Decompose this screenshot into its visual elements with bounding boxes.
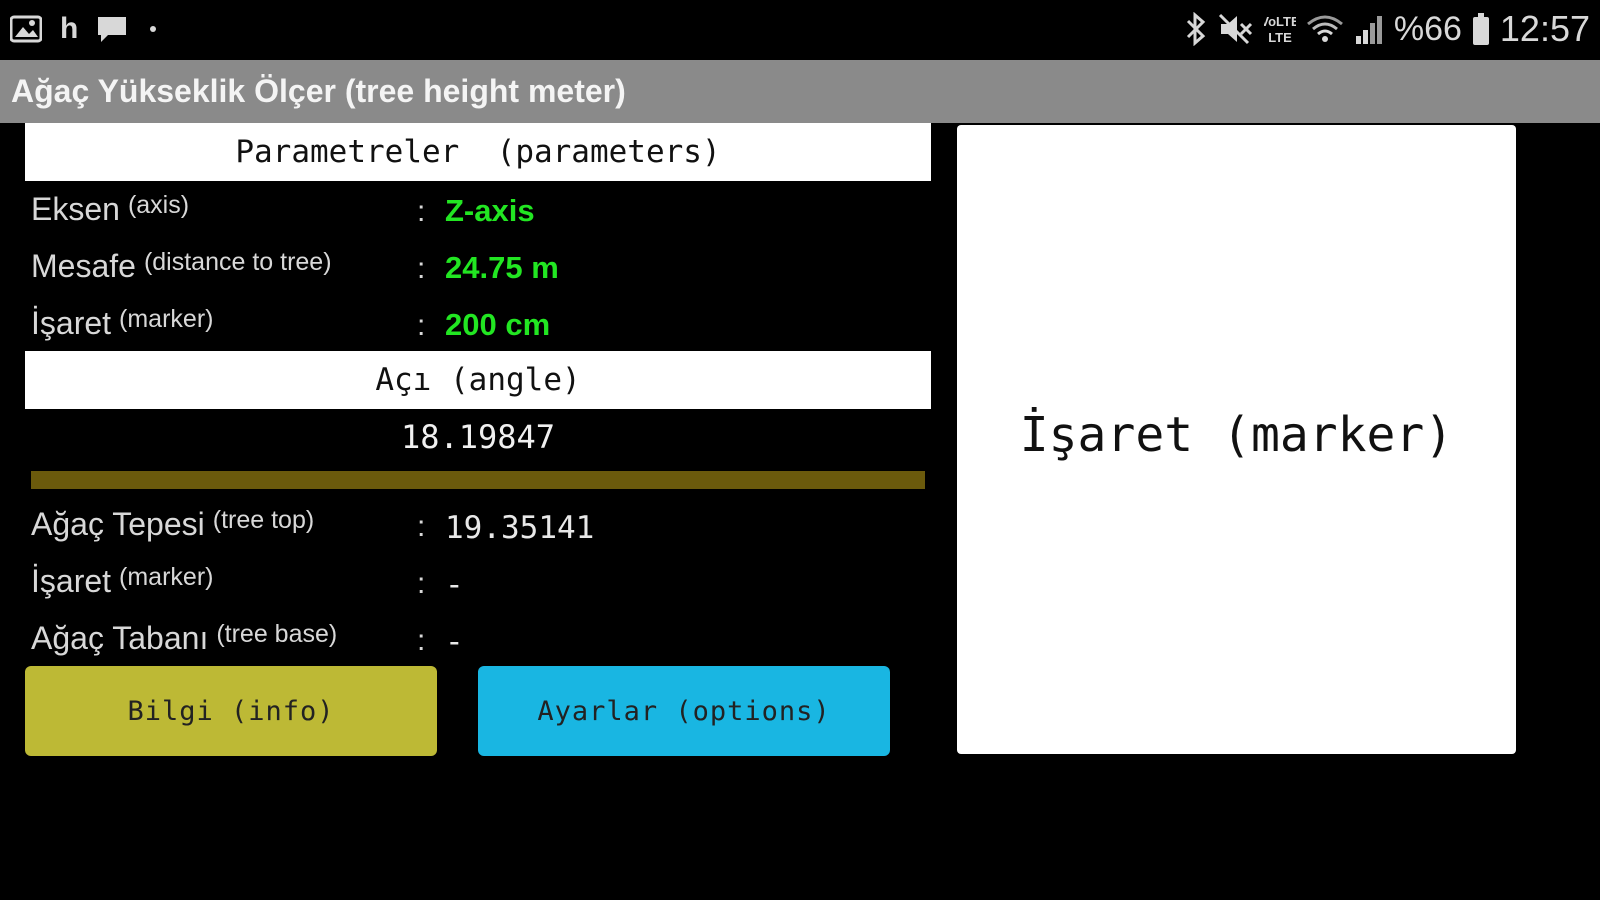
notification-letter: h — [60, 12, 79, 45]
bluetooth-icon — [1184, 12, 1208, 46]
battery-percent: %66 — [1393, 9, 1462, 48]
parameter-label: Eksen (axis) — [31, 191, 189, 228]
angle-level-bar — [31, 471, 925, 489]
tree-base-label-english: (tree base) — [216, 620, 338, 648]
tree-base-value: - — [445, 624, 464, 660]
parameter-label: Mesafe (distance to tree) — [31, 248, 332, 285]
battery-icon — [1472, 12, 1490, 46]
svg-text:LTE: LTE — [1268, 30, 1292, 45]
result-label: Ağaç Tepesi (tree top) — [31, 506, 314, 543]
parameter-row-distance: Mesafe (distance to tree) : 24.75 m — [31, 242, 931, 292]
image-icon — [10, 15, 42, 43]
distance-label-english: (distance to tree) — [143, 248, 332, 276]
angle-value: 18.19847 — [400, 418, 556, 456]
parameter-row-marker: İşaret (marker) : 200 cm — [31, 299, 931, 349]
tree-top-label-english: (tree top) — [212, 506, 315, 534]
separator-colon: : — [417, 510, 426, 543]
result-label: İşaret (marker) — [31, 563, 213, 600]
parameter-row-axis: Eksen (axis) : Z-axis — [31, 185, 931, 235]
marker-panel-label: İşaret (marker) — [1019, 406, 1454, 463]
result-row-marker: İşaret (marker) : - — [31, 557, 931, 607]
result-marker-value: - — [445, 567, 464, 603]
axis-label: Eksen — [31, 191, 120, 227]
angle-header: Açı (angle) — [25, 351, 931, 409]
info-button[interactable]: Bilgi (info) — [25, 666, 437, 756]
result-label: Ağaç Tabanı (tree base) — [31, 620, 337, 657]
wifi-icon — [1306, 12, 1344, 46]
signal-icon — [1354, 12, 1384, 46]
app-title: Ağaç Yükseklik Ölçer (tree height meter) — [11, 73, 626, 109]
mute-icon — [1218, 12, 1254, 46]
status-bar-left: h — [10, 12, 157, 46]
result-row-tree-base: Ağaç Tabanı (tree base) : - — [31, 614, 931, 664]
status-bar-right: VoLTE LTE %66 — [1184, 8, 1590, 50]
clock: 12:57 — [1499, 8, 1590, 49]
options-button[interactable]: Ayarlar (options) — [478, 666, 890, 756]
marker-value: 200 cm — [445, 307, 551, 342]
separator-colon: : — [417, 624, 426, 657]
result-marker-label: İşaret — [31, 563, 112, 599]
parameter-label: İşaret (marker) — [31, 305, 213, 342]
separator-colon: : — [417, 567, 426, 600]
distance-value: 24.75 m — [445, 250, 559, 285]
marker-panel[interactable]: İşaret (marker) — [957, 125, 1516, 754]
angle-level-fill — [31, 471, 925, 489]
more-notifications-dot — [150, 26, 157, 32]
separator-colon: : — [417, 195, 426, 228]
result-marker-label-english: (marker) — [119, 563, 214, 591]
volte-icon: VoLTE LTE — [1264, 12, 1296, 46]
separator-colon: : — [417, 252, 426, 285]
separator-colon: : — [417, 309, 426, 342]
app-title-bar: Ağaç Yükseklik Ölçer (tree height meter) — [0, 60, 1600, 123]
svg-text:VoLTE: VoLTE — [1264, 14, 1296, 29]
axis-label-english: (axis) — [127, 191, 190, 219]
axis-value: Z-axis — [445, 193, 535, 228]
distance-label: Mesafe — [31, 248, 136, 284]
chat-icon — [96, 15, 128, 43]
parameters-header: Parametreler (parameters) — [25, 123, 931, 181]
result-row-tree-top: Ağaç Tepesi (tree top) : 19.35141 — [31, 500, 931, 550]
marker-label-english: (marker) — [119, 305, 214, 333]
status-bar: h VoLTE LTE — [0, 0, 1600, 60]
tree-top-label: Ağaç Tepesi — [31, 506, 205, 542]
tree-top-value: 19.35141 — [445, 510, 595, 546]
tree-base-label: Ağaç Tabanı — [31, 620, 209, 656]
marker-label: İşaret — [31, 305, 112, 341]
